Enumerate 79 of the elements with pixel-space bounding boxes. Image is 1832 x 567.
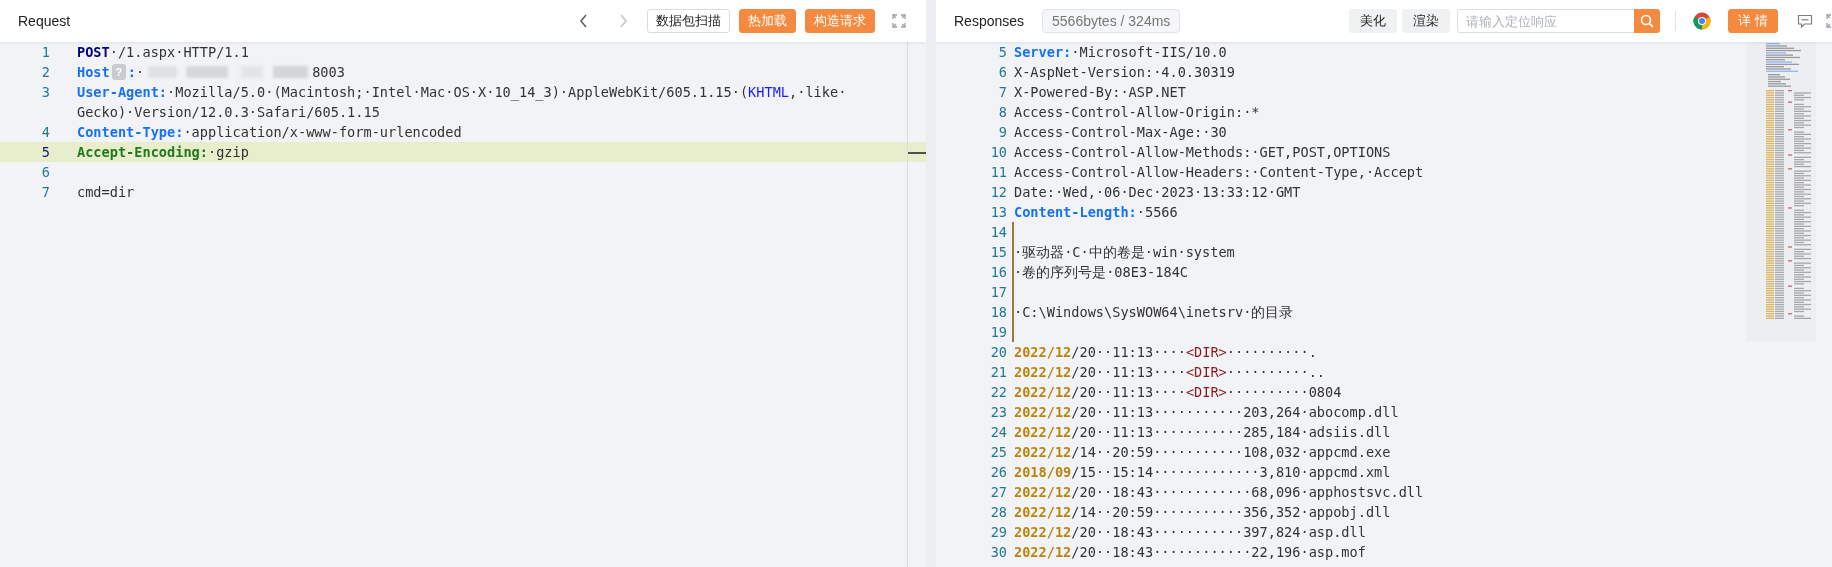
line-number: 28	[989, 503, 1007, 522]
code-text: 2022/12/14··20:59···········356,352·appobj.dll	[1014, 503, 1391, 522]
code-text: 2022/12/20··18:43············22,196·asp.mof	[1014, 543, 1366, 562]
panel-title: Request	[18, 13, 71, 29]
line-number: 21	[989, 363, 1007, 382]
code-text: Server:·Microsoft-IIS/10.0	[1014, 43, 1227, 62]
code-text: 2022/12/20··11:13····<DIR>··········0804	[1014, 383, 1342, 402]
code-text: Access-Control-Max-Age:·30	[1014, 123, 1227, 142]
line-number: 11	[989, 163, 1007, 182]
stats-badge: 5566bytes / 324ms	[1042, 9, 1181, 33]
line-number: 24	[989, 423, 1007, 442]
code-text: 2022/12/14··20:59···········108,032·appcmd.exe	[1014, 443, 1391, 462]
code-text: 2022/12/20··11:13···········285,184·adsiis.dll	[1014, 423, 1391, 442]
line-number: 30	[989, 543, 1007, 562]
line-number: 2	[40, 63, 50, 82]
code-text: Host	[77, 63, 110, 82]
code-text: POST·/1.aspx·HTTP/1.1	[77, 43, 249, 62]
code-text: 2022/12/20··18:43···········397,824·asp.dll	[1014, 523, 1366, 542]
line-number: 22	[989, 383, 1007, 402]
code-text: Content-Type:·application/x-www-form-urlencoded	[77, 123, 462, 142]
code-text: Content-Length:·5566	[1014, 203, 1178, 222]
line-number: 5	[997, 43, 1007, 62]
code-text: :·	[127, 63, 145, 82]
panel-title: Responses	[954, 13, 1025, 29]
line-number: 16	[989, 263, 1007, 282]
search-field[interactable]: 请输入定位响应	[1457, 9, 1635, 33]
code-text: Date:·Wed,·06·Dec·2023·13:33:12·GMT	[1014, 183, 1301, 202]
line-number: 18	[989, 303, 1007, 322]
toolbar-button[interactable]: 美化	[1349, 9, 1398, 33]
expand-icon[interactable]	[892, 14, 906, 28]
toolbar-button[interactable]: 渲染	[1402, 9, 1451, 33]
line-number: 19	[989, 323, 1007, 342]
code-text: cmd=dir	[77, 183, 135, 202]
code-text: ·驱动器·C·中的卷是·win·system	[1014, 243, 1235, 262]
code-text: X-Powered-By:·ASP.NET	[1014, 83, 1186, 102]
code-text: 8003	[312, 63, 345, 82]
line-number: 20	[989, 343, 1007, 362]
cursor-mark	[908, 152, 926, 154]
line-number: 10	[989, 143, 1007, 162]
line-number: 6	[997, 63, 1007, 82]
line-number: 26	[989, 463, 1007, 482]
comment-icon[interactable]	[1797, 14, 1813, 28]
line-number: 12	[989, 183, 1007, 202]
line-number: 1	[40, 43, 50, 62]
line-number: 8	[997, 103, 1007, 122]
line-number: 6	[40, 163, 50, 182]
code-text: Gecko)·Version/12.0.3·Safari/605.1.15	[77, 103, 380, 122]
line-number: 25	[989, 443, 1007, 462]
code-text: Accept-Encoding:·gzip	[77, 143, 249, 162]
code-text: 2022/12/20··18:43············68,096·apphostsvc.dll	[1014, 483, 1424, 502]
search-icon[interactable]	[1640, 14, 1655, 28]
code-text: X-AspNet-Version:·4.0.30319	[1014, 63, 1235, 82]
code-text: Access-Control-Allow-Origin:·*	[1014, 103, 1260, 122]
code-text: Access-Control-Allow-Headers:·Content-Type,·Accept	[1014, 163, 1424, 182]
code-text: 2018/09/15··15:14·············3,810·appcmd.xml	[1014, 463, 1391, 482]
line-number: 9	[997, 123, 1007, 142]
question-badge: ?	[111, 64, 126, 80]
code-text: User-Agent:·Mozilla/5.0·(Macintosh;·Intel·Mac·OS·X·10_14_3)·AppleWebKit/605.1.15·(KHTML,·like·	[77, 83, 847, 102]
code-text: Access-Control-Allow-Methods:·GET,POST,OPTIONS	[1014, 143, 1391, 162]
code-text: ·C:\Windows\SysWOW64\inetsrv·的目录	[1014, 303, 1294, 322]
code-text: 2022/12/20··11:13····<DIR>··········.	[1014, 343, 1317, 362]
line-number: 15	[989, 243, 1007, 262]
line-number: 7	[997, 83, 1007, 102]
line-number: 27	[989, 483, 1007, 502]
code-text: 2022/12/20··11:13····<DIR>··········..	[1014, 363, 1325, 382]
line-number: 5	[40, 143, 50, 162]
line-number: 14	[989, 223, 1007, 242]
search-button[interactable]	[1634, 9, 1661, 33]
line-number: 23	[989, 403, 1007, 422]
line-number: 3	[40, 83, 50, 102]
code-text: ·卷的序列号是·08E3-184C	[1014, 263, 1189, 282]
line-number: 7	[40, 183, 50, 202]
line-number: 29	[989, 523, 1007, 542]
browser-icon[interactable]	[1693, 12, 1712, 30]
toolbar-button[interactable]: 数据包扫描	[647, 9, 730, 33]
line-number: 13	[989, 203, 1007, 222]
code-text: 2022/12/20··11:13···········203,264·abocomp.dll	[1014, 403, 1399, 422]
line-number: 4	[40, 123, 50, 142]
line-number: 17	[989, 283, 1007, 302]
